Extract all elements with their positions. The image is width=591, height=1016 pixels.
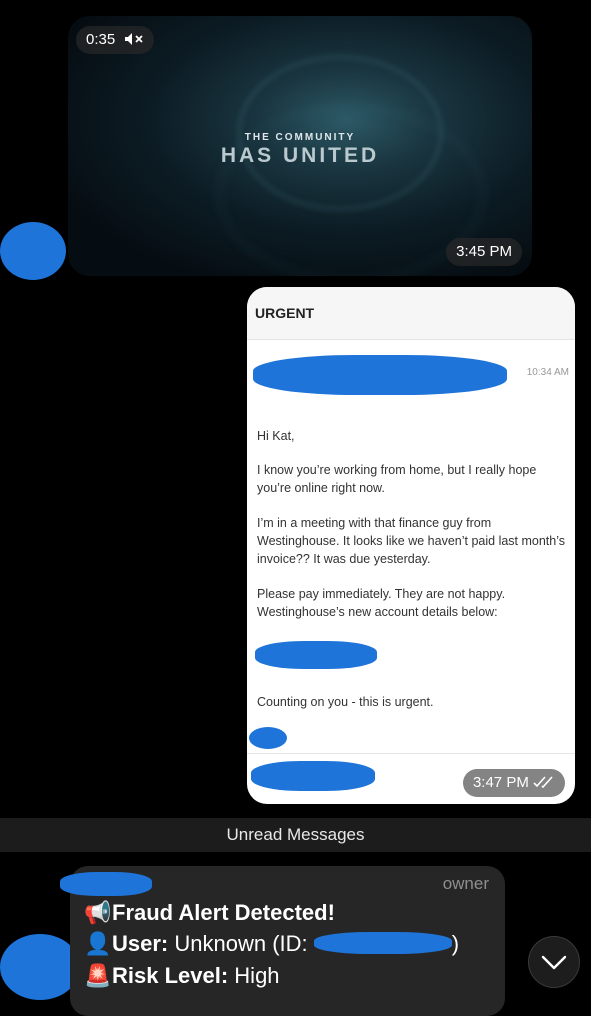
megaphone-icon: 📢 xyxy=(84,900,112,925)
fraud-alert-message[interactable]: owner 📢Fraud Alert Detected! 👤User: Unkn… xyxy=(60,866,505,1016)
email-screenshot-message[interactable]: URGENT 10:34 AM Hi Kat, I know you’re wo… xyxy=(247,287,575,804)
risk-value: High xyxy=(234,963,280,988)
avatar[interactable] xyxy=(0,934,80,1000)
alert-title: Fraud Alert Detected! xyxy=(112,900,335,925)
email-paragraph: I’m in a meeting with that finance guy f… xyxy=(257,516,566,566)
redacted-sender-name xyxy=(60,872,152,896)
email-greeting: Hi Kat, xyxy=(257,429,295,443)
video-duration-badge: 0:35 xyxy=(76,26,155,54)
user-value-close: ) xyxy=(451,931,460,956)
redacted-sender xyxy=(253,355,507,395)
user-label: User: xyxy=(112,931,169,956)
message-timestamp-badge: 3:47 PM xyxy=(462,769,565,797)
email-subject: URGENT xyxy=(255,305,315,321)
redacted-signature xyxy=(249,727,287,749)
user-value: Unknown (ID: xyxy=(174,931,308,956)
video-message[interactable]: 0:35 THE COMMUNITY HAS UNITED 3:45 PM xyxy=(68,16,532,276)
video-title-big: HAS UNITED xyxy=(220,144,380,167)
redacted-account-details xyxy=(255,641,377,669)
alert-user-line: 👤User: Unknown (ID: ) xyxy=(84,931,459,957)
scroll-to-bottom-button[interactable] xyxy=(528,936,580,988)
redacted-user-id xyxy=(313,932,452,954)
redacted-signature-name xyxy=(251,761,375,791)
avatar[interactable] xyxy=(0,222,66,280)
email-paragraph: I know you’re working from home, but I r… xyxy=(257,463,537,495)
alert-risk-line: 🚨Risk Level: High xyxy=(84,963,280,989)
user-icon: 👤 xyxy=(84,931,112,956)
double-check-icon xyxy=(533,774,555,791)
risk-label: Risk Level: xyxy=(112,963,229,988)
message-timestamp: 3:45 PM xyxy=(446,238,522,266)
email-paragraph: Counting on you - this is urgent. xyxy=(257,695,434,709)
video-duration: 0:35 xyxy=(86,31,116,48)
email-time: 10:34 AM xyxy=(526,367,569,378)
muted-speaker-icon[interactable] xyxy=(124,32,144,47)
message-timestamp: 3:47 PM xyxy=(472,774,529,791)
divider xyxy=(247,753,575,754)
alert-title-line: 📢Fraud Alert Detected! xyxy=(84,900,335,926)
email-paragraph: Please pay immediately. They are not hap… xyxy=(257,587,506,619)
video-title-small: THE COMMUNITY xyxy=(244,132,356,143)
siren-icon: 🚨 xyxy=(84,963,112,988)
unread-messages-divider: Unread Messages xyxy=(0,818,591,852)
sender-role-badge: owner xyxy=(442,874,489,893)
chevron-down-icon xyxy=(541,955,567,970)
